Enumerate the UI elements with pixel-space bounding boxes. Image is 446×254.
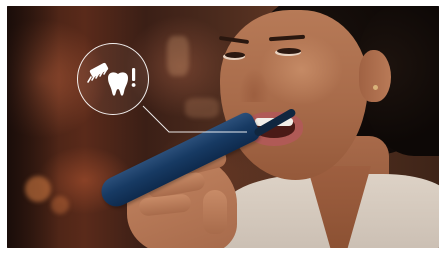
callout-circle	[77, 43, 149, 115]
tooth-icon	[108, 72, 128, 96]
exclamation-icon	[131, 68, 136, 87]
callout-leader-line	[142, 105, 247, 133]
photo-frame	[7, 6, 439, 248]
brush-head-icon	[87, 62, 109, 83]
